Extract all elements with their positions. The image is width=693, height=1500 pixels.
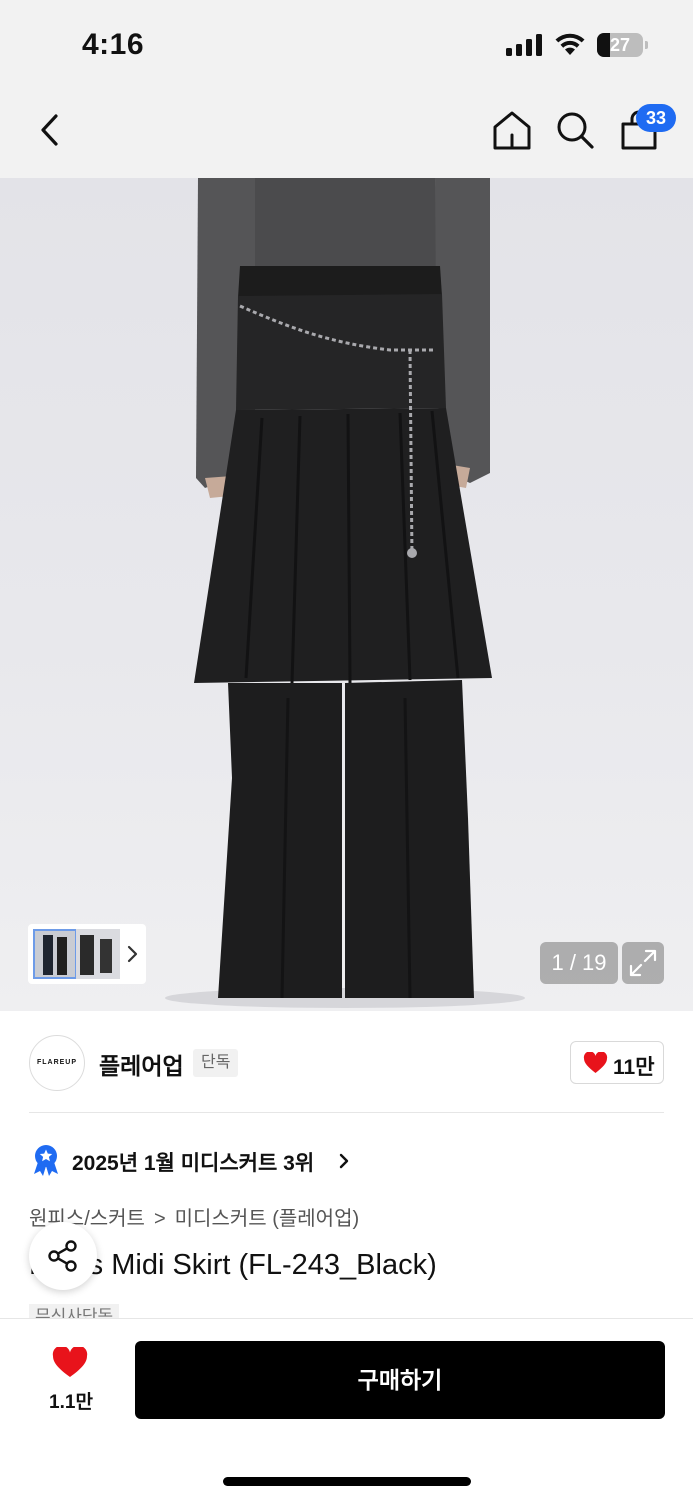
award-badge-icon [34, 1145, 58, 1176]
status-time: 4:16 [82, 28, 145, 61]
thumbnail-photo [43, 935, 67, 975]
signal-icon [506, 34, 544, 56]
chevron-right-icon[interactable] [126, 942, 140, 966]
share-button[interactable] [29, 1222, 97, 1290]
back-icon[interactable] [28, 108, 72, 152]
heart-icon [583, 1052, 608, 1073]
thumbnail-photo [80, 935, 112, 975]
thumbnail-image[interactable] [33, 929, 77, 979]
like-button[interactable]: 1.1만 [32, 1347, 110, 1413]
thumbnail-strip[interactable] [28, 924, 146, 984]
top-nav-bar [0, 88, 693, 178]
brand-like-count: 11만 [613, 1056, 655, 1079]
brand-name[interactable]: 플레어업 [99, 1047, 184, 1081]
like-count: 1.1만 [49, 1392, 93, 1413]
battery-cap [645, 41, 648, 49]
brand-like-button[interactable]: 11만 [570, 1041, 664, 1084]
cart-count-badge: 33 [636, 104, 676, 132]
status-bar: 4:16 27 [0, 0, 693, 88]
wifi-icon [555, 33, 585, 55]
battery-level: 27 [609, 35, 631, 55]
expand-button[interactable] [622, 942, 664, 984]
image-counter: 1 / 19 [540, 942, 618, 984]
exclusive-tag: 단독 [193, 1049, 239, 1077]
thumbnail-image[interactable] [76, 929, 120, 979]
home-icon[interactable] [490, 108, 534, 152]
chevron-right-icon[interactable] [338, 1152, 350, 1170]
share-icon [48, 1240, 77, 1272]
bottom-action-bar: 1.1만 구매하기 [0, 1318, 693, 1500]
heart-icon [52, 1347, 88, 1377]
breadcrumb-subcategory[interactable]: 미디스커트 (플레어업) [175, 1208, 359, 1230]
product-photo [165, 178, 525, 1008]
home-indicator [223, 1477, 471, 1486]
battery-icon: 27 [597, 33, 643, 57]
ranking-link[interactable]: 2025년 1월 미디스커트 3위 [72, 1147, 314, 1177]
product-image-gallery[interactable]: 1 / 19 [0, 178, 693, 1011]
divider [29, 1112, 664, 1113]
expand-icon [629, 949, 657, 977]
buy-button[interactable]: 구매하기 [135, 1341, 665, 1419]
search-icon[interactable] [553, 108, 597, 152]
breadcrumb-separator: > [153, 1208, 166, 1230]
brand-logo[interactable]: FLAREUP [29, 1035, 85, 1091]
